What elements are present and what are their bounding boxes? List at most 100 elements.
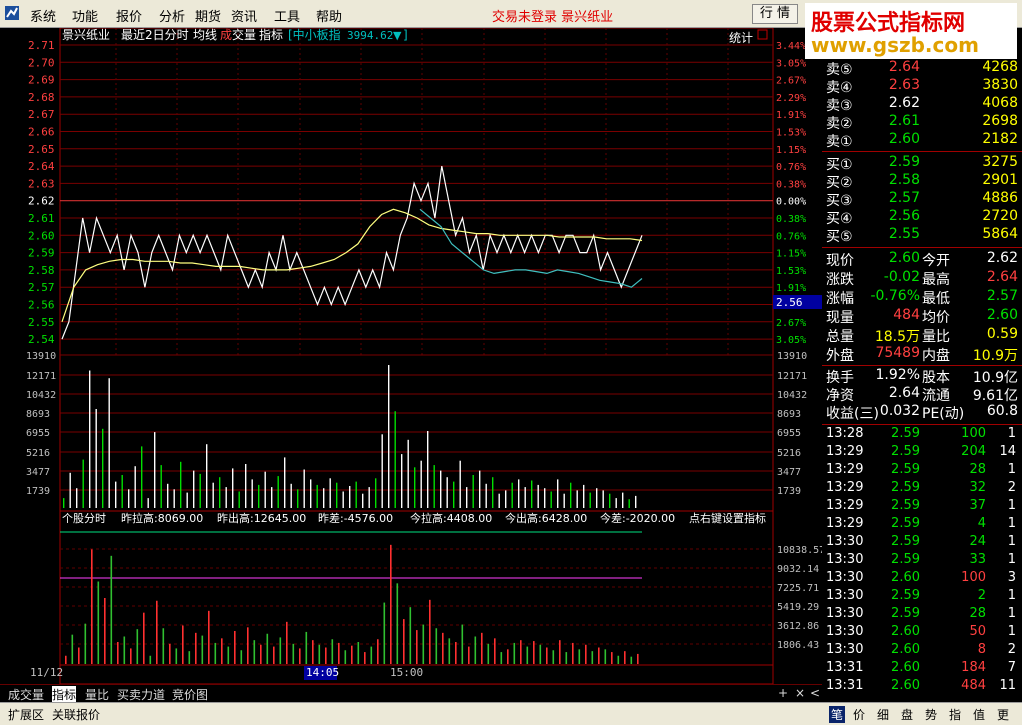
volume-bar	[557, 479, 559, 508]
volume-bar	[368, 487, 370, 508]
stats-button[interactable]: 统计	[729, 31, 753, 45]
tick-list[interactable]: 13:28 2.59 100 1 13:29 2.59 204 14 13:29 2.59 28 1 1…	[822, 426, 1022, 696]
rtab-book[interactable]: 盘	[901, 706, 913, 723]
volume-tick-left: 10432	[26, 390, 56, 401]
volume-bar	[511, 482, 513, 508]
ind-t-diff: 今差:-2020.00	[600, 511, 675, 525]
tick-price: 2.59	[891, 534, 920, 549]
bid-row[interactable]: 买② 2.58 2901	[822, 172, 1022, 191]
ask-row[interactable]: 卖④ 2.63 3830	[822, 77, 1022, 96]
ext-area-button[interactable]: 扩展区	[8, 706, 44, 723]
quote-value-2: 2.60	[986, 307, 1018, 323]
volume-bar	[342, 491, 344, 508]
tick-row[interactable]: 13:31 2.60 484 11	[822, 678, 1022, 696]
volume-bar	[420, 460, 422, 508]
ask-row[interactable]: 卖② 2.61 2698	[822, 113, 1022, 132]
price-tick-label: 2.54	[28, 333, 55, 346]
price-tick-label: 2.57	[28, 281, 55, 294]
tab-auction[interactable]: 竞价图	[172, 686, 208, 703]
indicator-bar	[396, 583, 399, 664]
quote-value: -0.02	[883, 269, 920, 285]
tick-row[interactable]: 13:30 2.60 100 3	[822, 570, 1022, 588]
indicator-label[interactable]: 指标	[259, 28, 283, 42]
tick-time: 13:29	[826, 480, 864, 495]
tick-row[interactable]: 13:29 2.59 204 14	[822, 444, 1022, 462]
rtab-more[interactable]: 更	[997, 706, 1009, 723]
fund-label-2: 股本	[922, 370, 950, 386]
bid-row[interactable]: 买① 2.59 3275	[822, 154, 1022, 173]
indicator-bar	[201, 635, 204, 664]
menu-futures[interactable]: 期货	[195, 6, 221, 25]
ask-price: 2.62	[888, 95, 920, 111]
tick-row[interactable]: 13:30 2.59 33 1	[822, 552, 1022, 570]
menu-news[interactable]: 资讯	[231, 6, 257, 25]
rtab-value[interactable]: 值	[973, 706, 985, 723]
tick-row[interactable]: 13:29 2.59 4 1	[822, 516, 1022, 534]
chart-mode[interactable]: 最近2日分时	[121, 28, 189, 42]
fund-label: 净资	[826, 388, 854, 404]
tick-row[interactable]: 13:30 2.59 24 1	[822, 534, 1022, 552]
volume-bar	[258, 484, 260, 508]
quote-value-2: 2.64	[986, 269, 1018, 285]
related-quote-button[interactable]: 关联报价	[52, 706, 100, 723]
restore-icon[interactable]	[757, 29, 768, 40]
tab-bid-ask-force[interactable]: 买卖力道	[117, 686, 165, 703]
volume-bar	[472, 475, 474, 508]
bid-label: 买④	[826, 211, 853, 227]
tab-volume[interactable]: 成交量	[8, 686, 44, 703]
tick-row[interactable]: 13:29 2.59 28 1	[822, 462, 1022, 480]
menu-quote[interactable]: 报价	[116, 6, 142, 25]
bid-row[interactable]: 买④ 2.56 2720	[822, 208, 1022, 227]
menu-analysis[interactable]: 分析	[159, 6, 185, 25]
intraday-chart[interactable]: 2.71 2.70 2.69 2.68 2.67 2.66 2.65 2.64 2.63 2.62…	[0, 28, 822, 684]
rtab-trades[interactable]: 笔	[829, 706, 846, 723]
menu-tools[interactable]: 工具	[274, 6, 300, 25]
volume-tick-right: 1739	[777, 486, 801, 497]
rtab-index[interactable]: 指	[949, 706, 961, 723]
close-icon[interactable]: ×	[795, 686, 805, 700]
tick-row[interactable]: 13:30 2.60 8 2	[822, 642, 1022, 660]
tab-volume-ratio[interactable]: 量比	[85, 686, 109, 703]
price-tick-label: 2.66	[28, 126, 55, 139]
tick-price: 2.59	[891, 588, 920, 603]
ask-row[interactable]: 卖⑤ 2.64 4268	[822, 59, 1022, 78]
indicator-bar	[312, 640, 314, 664]
quote-value-2: 2.57	[986, 288, 1018, 304]
tick-row[interactable]: 13:30 2.59 28 1	[822, 606, 1022, 624]
volume-bar	[349, 486, 351, 508]
tick-row[interactable]: 13:30 2.59 2 1	[822, 588, 1022, 606]
tick-row[interactable]: 13:31 2.60 184 7	[822, 660, 1022, 678]
rtab-trend[interactable]: 势	[925, 706, 937, 723]
plus-icon[interactable]: +	[778, 686, 788, 700]
price-tick-label: 2.69	[28, 74, 55, 87]
bid-row[interactable]: 买③ 2.57 4886	[822, 190, 1022, 209]
bid-label: 买②	[826, 175, 853, 191]
tick-row[interactable]: 13:29 2.59 32 2	[822, 480, 1022, 498]
tick-row[interactable]: 13:29 2.59 37 1	[822, 498, 1022, 516]
tab-indicator[interactable]: 指标	[52, 686, 77, 703]
tick-volume: 4	[977, 516, 986, 531]
volume-bar	[531, 480, 533, 508]
quote-button[interactable]: 行 情	[752, 4, 798, 24]
menu-system[interactable]: 系统	[30, 6, 56, 25]
ask-row[interactable]: 卖① 2.60 2182	[822, 131, 1022, 150]
rtab-price[interactable]: 价	[853, 706, 865, 723]
indicator-bar	[552, 650, 555, 664]
tick-row[interactable]: 13:28 2.59 100 1	[822, 426, 1022, 444]
menu-help[interactable]: 帮助	[316, 6, 342, 25]
tick-divider	[822, 424, 1022, 425]
menu-function[interactable]: 功能	[72, 6, 98, 25]
tick-count: 2	[1007, 642, 1016, 657]
volume-bar	[82, 459, 84, 508]
volume-tick-right: 10432	[777, 390, 807, 401]
fund-value-2: 10.9亿	[972, 370, 1018, 386]
pct-tick-label: 0.76%	[776, 231, 806, 242]
fund-divider	[822, 365, 1022, 366]
ask-row[interactable]: 卖③ 2.62 4068	[822, 95, 1022, 114]
prev-icon[interactable]: <	[810, 686, 820, 700]
tick-row[interactable]: 13:30 2.60 50 1	[822, 624, 1022, 642]
bid-row[interactable]: 买⑤ 2.55 5864	[822, 226, 1022, 245]
volume-bar	[544, 488, 546, 508]
rtab-detail[interactable]: 细	[877, 706, 889, 723]
app-logo-icon	[5, 6, 19, 20]
